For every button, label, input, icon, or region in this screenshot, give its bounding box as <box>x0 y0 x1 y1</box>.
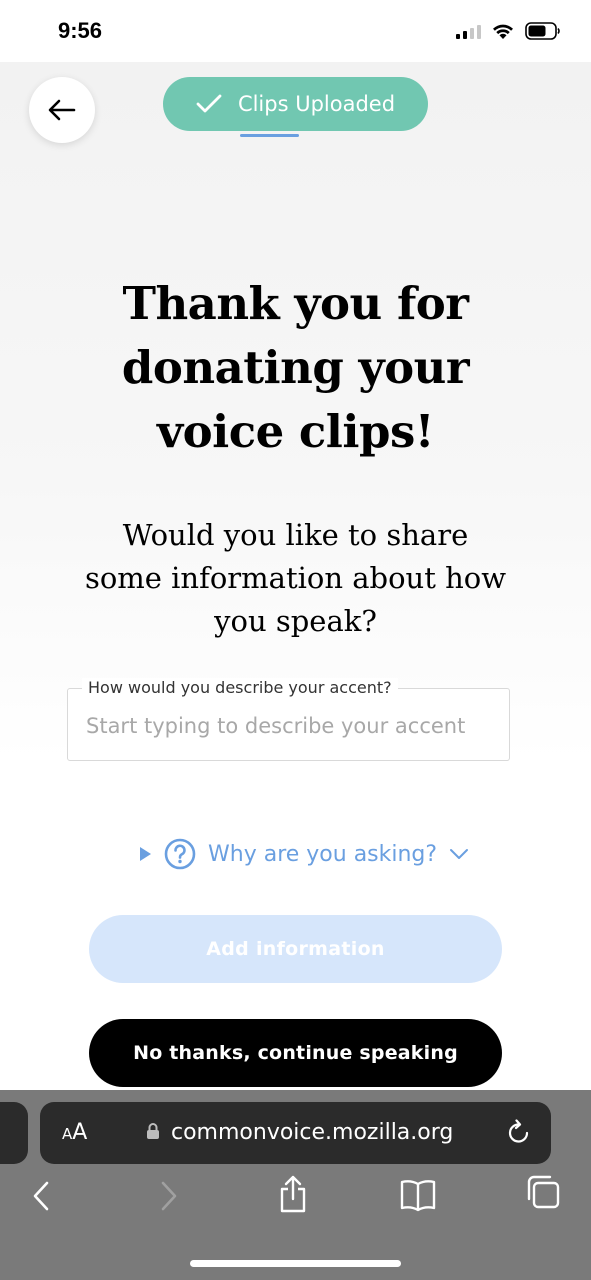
share-icon[interactable] <box>278 1174 308 1214</box>
battery-icon <box>525 22 561 40</box>
status-icons <box>456 22 561 40</box>
accent-field-label: How would you describe your accent? <box>82 678 398 697</box>
chevron-down-icon <box>450 849 469 859</box>
status-time: 9:56 <box>58 18 103 43</box>
question-circle-icon <box>164 838 196 870</box>
text-size-button[interactable]: AA <box>62 1120 87 1145</box>
continue-speaking-button[interactable]: No thanks, continue speaking <box>89 1019 502 1087</box>
why-asking-toggle[interactable]: Why are you asking? <box>138 836 469 872</box>
add-information-button[interactable]: Add information <box>89 915 502 983</box>
back-button[interactable] <box>29 77 95 143</box>
upload-status-badge: Clips Uploaded <box>163 77 428 131</box>
previous-tab-preview[interactable] <box>0 1102 28 1164</box>
lock-icon <box>147 1123 159 1139</box>
forward-chevron-icon[interactable] <box>158 1180 180 1212</box>
upload-status-text: Clips Uploaded <box>237 92 396 116</box>
address-bar[interactable]: AA commonvoice.mozilla.org <box>40 1102 551 1164</box>
page-subtitle: Would you like to share some information… <box>84 518 507 638</box>
browser-nav-toolbar <box>0 1175 591 1220</box>
checkmark-icon <box>196 94 222 113</box>
page-title: Thank you for donating your voice clips! <box>121 277 470 458</box>
bookmarks-icon[interactable] <box>399 1178 437 1212</box>
browser-toolbar: AA commonvoice.mozilla.org <box>0 1090 591 1280</box>
url-text: commonvoice.mozilla.org <box>171 1120 454 1145</box>
why-asking-label: Why are you asking? <box>208 841 438 867</box>
accent-field[interactable]: How would you describe your accent? <box>67 678 510 761</box>
wifi-icon <box>491 22 515 40</box>
tabs-icon[interactable] <box>526 1174 560 1210</box>
back-arrow-icon <box>48 99 76 121</box>
home-indicator <box>190 1260 401 1267</box>
reload-icon[interactable] <box>507 1119 531 1145</box>
back-chevron-icon[interactable] <box>30 1180 52 1212</box>
accent-input[interactable] <box>86 709 491 743</box>
status-bar: 9:56 <box>0 0 591 62</box>
play-triangle-icon <box>140 847 151 861</box>
progress-underline <box>240 134 299 137</box>
page-content: Clips Uploaded Thank you for donating yo… <box>0 62 591 1090</box>
signal-icon <box>456 23 481 39</box>
